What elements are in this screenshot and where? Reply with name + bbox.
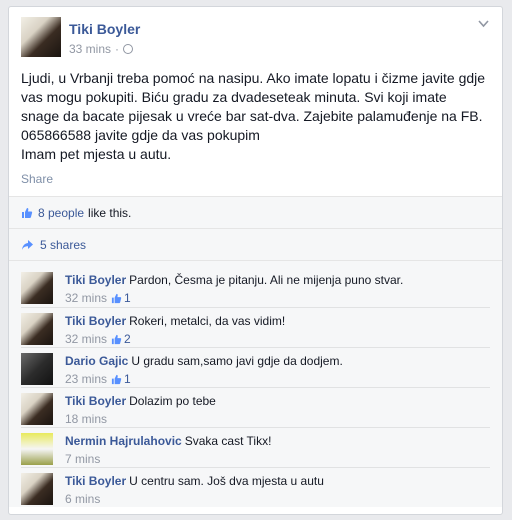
comment-item: Tiki Boyler Pardon, Česma je pitanju. Ali… <box>21 267 490 307</box>
share-button[interactable]: Share <box>9 164 502 196</box>
author-avatar[interactable] <box>21 17 61 57</box>
comment-like-count: 2 <box>124 332 131 346</box>
comment-text: Dolazim po tebe <box>129 394 216 408</box>
thumbs-up-icon <box>111 293 122 304</box>
comment-text: U gradu sam,samo javi gdje da dodjem. <box>131 354 343 368</box>
comments-list: Tiki Boyler Pardon, Česma je pitanju. Ali… <box>9 261 502 507</box>
likes-summary: 8 people like this. <box>9 197 502 228</box>
avatar[interactable] <box>21 272 53 304</box>
comment-author[interactable]: Tiki Boyler <box>65 394 126 408</box>
comment-timestamp[interactable]: 32 mins <box>65 291 107 305</box>
avatar[interactable] <box>21 313 53 345</box>
post-timestamp[interactable]: 33 mins <box>69 42 111 56</box>
shares-link[interactable]: 5 shares <box>40 238 86 252</box>
shares-summary: 5 shares <box>9 229 502 260</box>
comment-like-count: 1 <box>124 372 131 386</box>
comment-item: Dario Gajic U gradu sam,samo javi gdje da… <box>21 347 490 387</box>
comment-text: U centru sam. Još dva mjesta u autu <box>129 474 324 488</box>
avatar[interactable] <box>21 433 53 465</box>
avatar[interactable] <box>21 353 53 385</box>
share-arrow-icon <box>21 239 34 251</box>
comment-item: Tiki Boyler Dolazim po tebe 18 mins <box>21 387 490 427</box>
avatar[interactable] <box>21 393 53 425</box>
comment-author[interactable]: Dario Gajic <box>65 354 128 368</box>
comment-text: Pardon, Česma je pitanju. Ali ne mijenja… <box>129 273 404 287</box>
comment-item: Nermin Hajrulahovic Svaka cast Tikx! 7 mi… <box>21 427 490 467</box>
comment-likes[interactable]: 2 <box>111 332 131 346</box>
feedback-section: 8 people like this. 5 shares Tiki Boyler… <box>9 196 502 507</box>
comment-timestamp[interactable]: 18 mins <box>65 412 107 426</box>
comment-author[interactable]: Nermin Hajrulahovic <box>65 434 182 448</box>
post-message-line: snage da bacate pijesak u vreće bar sat-… <box>21 108 483 124</box>
comment-timestamp[interactable]: 23 mins <box>65 372 107 386</box>
thumbs-up-icon <box>21 207 33 219</box>
post-author-name[interactable]: Tiki Boyler <box>69 21 140 37</box>
comment-author[interactable]: Tiki Boyler <box>65 273 126 287</box>
globe-icon[interactable] <box>123 44 134 54</box>
post-meta: 33 mins · <box>69 42 134 56</box>
comment-like-count: 1 <box>124 291 131 305</box>
post-message-line: 065866588 javite gdje da vas pokupim <box>21 127 260 143</box>
comment-text: Svaka cast Tikx! <box>184 434 272 448</box>
comment-likes[interactable]: 1 <box>111 372 131 386</box>
likes-text: like this. <box>88 205 132 220</box>
thumbs-up-icon <box>111 374 122 385</box>
avatar[interactable] <box>21 473 53 505</box>
post-message-line: Ljudi, u Vrbanji treba pomoć na nasipu. … <box>21 70 486 86</box>
comment-likes[interactable]: 1 <box>111 291 131 305</box>
likes-link[interactable]: 8 people <box>38 206 84 220</box>
post-header: Tiki Boyler 33 mins · <box>9 7 502 63</box>
separator: · <box>115 42 120 56</box>
post-card: Tiki Boyler 33 mins · Ljudi, u Vrbanji t… <box>8 6 503 515</box>
comment-text: Rokeri, metalci, da vas vidim! <box>129 314 286 328</box>
comment-timestamp[interactable]: 6 mins <box>65 492 100 506</box>
post-message-line: Imam pet mjesta u autu. <box>21 146 172 162</box>
comment-timestamp[interactable]: 32 mins <box>65 332 107 346</box>
comment-item: Tiki Boyler Rokeri, metalci, da vas vidim… <box>21 307 490 347</box>
comment-author[interactable]: Tiki Boyler <box>65 314 126 328</box>
comment-timestamp[interactable]: 7 mins <box>65 452 100 466</box>
post-message: Ljudi, u Vrbanji treba pomoć na nasipu. … <box>9 63 502 164</box>
comment-author[interactable]: Tiki Boyler <box>65 474 126 488</box>
post-message-line: vas mogu pokupiti. Biću gradu za dvadese… <box>21 89 447 105</box>
comment-item: Tiki Boyler U centru sam. Još dva mjesta … <box>21 467 490 507</box>
thumbs-up-icon <box>111 334 122 345</box>
chevron-down-icon[interactable] <box>478 19 489 29</box>
